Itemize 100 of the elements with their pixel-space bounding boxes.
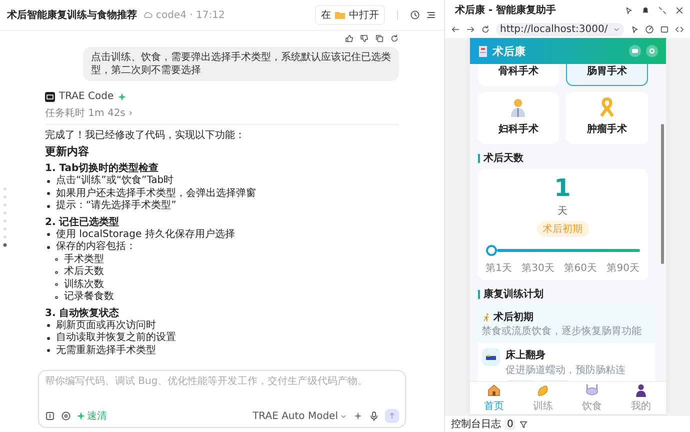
section-title: 术后天数 <box>484 152 524 165</box>
days-value: 1 <box>554 175 571 201</box>
bullet-icon <box>47 324 50 328</box>
sparkle-icon <box>118 92 126 100</box>
list-item: 术后天数 <box>64 266 104 278</box>
plan-stage: 术后初期 <box>494 310 534 324</box>
section-accent-bar <box>478 154 480 162</box>
bullet-icon <box>55 283 58 286</box>
section-heading: 1. Tab切换时的类型检查 <box>45 162 160 174</box>
browser-window-title: 术后康 - 智能康复助手 <box>455 4 556 17</box>
cloud-icon <box>143 10 153 20</box>
gauge-icon[interactable] <box>645 24 654 34</box>
bullet-icon <box>47 349 50 352</box>
ring-icon <box>648 48 654 54</box>
section-title: 康复训练计划 <box>484 288 544 301</box>
exercise-name: 床上翻身 <box>506 348 546 362</box>
filter-icon[interactable] <box>519 420 528 428</box>
hospital-icon <box>478 45 488 57</box>
list-item: 记录餐食数 <box>64 291 114 304</box>
sparkle-icon <box>77 412 85 420</box>
stage-badge: 术后初期 <box>536 221 588 237</box>
slider-tick-label: 第30天 <box>522 262 554 275</box>
bullet-icon <box>47 180 50 183</box>
refresh-icon[interactable] <box>390 34 399 43</box>
slider-track[interactable] <box>496 249 640 252</box>
code-icon[interactable] <box>675 24 684 34</box>
list-item: 点击“训练”或“饮食”Tab时 <box>56 175 174 188</box>
bullet-icon <box>47 233 50 236</box>
list-item: 保存的内容包括： <box>56 241 136 254</box>
list-icon[interactable] <box>426 10 436 20</box>
attach-icon[interactable] <box>45 411 55 421</box>
settings-button[interactable] <box>646 45 658 57</box>
model-dropdown[interactable]: TRAE Auto Model <box>252 410 347 422</box>
expand-icon[interactable] <box>658 6 667 14</box>
bullet-icon <box>47 246 50 249</box>
bullet-icon <box>55 270 58 274</box>
pointer-icon[interactable] <box>630 24 639 34</box>
history-icon[interactable] <box>410 10 420 20</box>
pointer-icon[interactable] <box>624 6 633 14</box>
agent-name: TRAE Code <box>59 91 114 102</box>
project-meta: code4 · 17:12 <box>156 10 225 20</box>
sparkle-icon[interactable] <box>353 411 363 421</box>
caret-icon <box>340 412 347 420</box>
person-icon <box>634 383 648 397</box>
caret-icon <box>613 26 620 32</box>
reload-icon[interactable] <box>481 24 490 34</box>
surgery-type-card[interactable]: 妇科手术 <box>478 92 559 144</box>
surgery-type-card[interactable]: 肿瘤手术 <box>566 92 648 144</box>
thumbs-up-icon[interactable] <box>345 34 354 43</box>
plan-note: 禁食或流质饮食，逐步恢复肠胃功能 <box>482 326 642 338</box>
image-icon[interactable] <box>61 411 71 421</box>
message-button[interactable] <box>628 45 640 57</box>
list-item: 使用 localStorage 持久化保存用户选择 <box>56 228 235 240</box>
reply-heading: 更新内容 <box>45 145 90 159</box>
reply-intro: 完成了！我已经修改了代码，实现以下功能： <box>45 129 246 142</box>
task-duration-link[interactable]: 任务耗时 1m 42s › <box>45 106 399 125</box>
user-message: 点击训练、饮食，需要弹出选择手术类型，系统默认应该记住已选类型，第二次则不需要选择 <box>83 47 399 81</box>
scrollbar-thumb[interactable] <box>660 124 664 264</box>
runner-icon <box>482 312 490 322</box>
app-title: 术后康 <box>492 44 526 58</box>
bullet-icon <box>55 296 58 299</box>
plate-icon <box>585 383 599 397</box>
list-item: 训练次数 <box>64 278 104 290</box>
surgery-type-card[interactable]: 骨科手术 <box>478 64 559 86</box>
bullet-icon <box>55 258 58 262</box>
device-icon[interactable] <box>660 24 669 34</box>
slider-thumb[interactable] <box>486 245 496 256</box>
list-item: 如果用户还未选择手术类型，会弹出选择弹窗 <box>56 188 256 200</box>
slider-tick-label: 第60天 <box>564 262 597 275</box>
surgery-type-card[interactable]: 肠胃手术 <box>566 64 648 86</box>
section-accent-bar <box>478 290 480 298</box>
slider-tick-label: 第90天 <box>606 262 640 275</box>
copy-icon[interactable] <box>375 34 384 43</box>
pill-icon <box>632 49 638 53</box>
close-icon[interactable] <box>675 6 684 14</box>
forward-icon[interactable] <box>466 24 475 34</box>
bed-icon <box>482 348 500 366</box>
address-bar[interactable]: http://localhost:3000/ <box>496 22 624 36</box>
log-count: 0 <box>505 418 516 430</box>
back-icon[interactable] <box>451 24 460 34</box>
days-unit: 天 <box>558 205 568 218</box>
microphone-icon[interactable] <box>369 411 379 421</box>
list-item: 刷新页面或再次访问时 <box>56 320 156 332</box>
list-item: 手术类型 <box>64 254 104 266</box>
house-icon <box>487 383 501 397</box>
bullet-icon <box>47 204 50 208</box>
console-log-label[interactable]: 控制台日志 <box>451 417 501 431</box>
bullet-icon <box>47 192 50 196</box>
thumbs-down-icon[interactable] <box>360 34 369 43</box>
section-heading: 3. 自动恢复状态 <box>45 306 120 320</box>
list-item: 提示：“请先选择手术类型” <box>56 200 176 212</box>
exercise-description: 促进肠道蠕动，预防肠粘连 <box>506 364 626 377</box>
slider-tick-label: 第1天 <box>486 262 512 275</box>
open-in-folder-button[interactable]: 在 中打开 <box>315 5 385 25</box>
bullet-icon <box>47 336 50 340</box>
agent-logo-icon <box>45 92 55 102</box>
arrow-up-icon <box>388 412 396 420</box>
list-item: 无需重新选择手术类型 <box>56 344 156 357</box>
section-heading: 2. 记住已选类型 <box>45 216 120 228</box>
chat-title: 术后智能康复训练与食物推荐 <box>7 8 137 22</box>
